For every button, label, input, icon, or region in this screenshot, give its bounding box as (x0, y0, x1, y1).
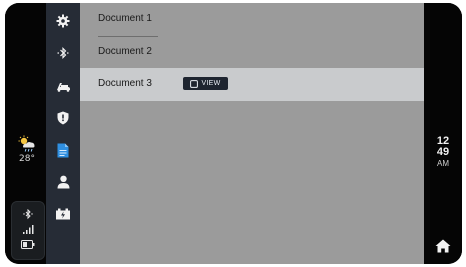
shield-icon (57, 111, 69, 125)
nav-item-profile[interactable] (46, 167, 80, 197)
document-label: Document 1 (98, 13, 152, 24)
view-button-label: VIEW (201, 80, 221, 87)
battery-status (12, 240, 44, 249)
nav-item-security[interactable] (46, 103, 80, 133)
document-icon (57, 143, 69, 157)
clock-minute: 49 (436, 146, 450, 158)
document-label: Document 2 (98, 46, 152, 57)
left-status-bar: 28° (5, 3, 46, 264)
nav-item-bluetooth[interactable] (46, 38, 80, 68)
document-row-2[interactable]: Document 2 (80, 36, 424, 69)
device-screen: 28° Document 1 Document 2 Document 3 VIE… (5, 3, 462, 264)
nav-item-settings[interactable] (46, 6, 80, 36)
bluetooth-icon (57, 47, 69, 59)
view-document-button[interactable]: VIEW (183, 77, 228, 90)
nav-item-documents[interactable] (46, 135, 80, 165)
user-icon (57, 175, 69, 189)
bluetooth-icon (23, 209, 33, 220)
right-status-bar: 12 49 AM (424, 3, 462, 264)
gear-icon (56, 14, 70, 28)
battery-charging-icon (56, 208, 70, 220)
clock: 12 49 AM (424, 136, 462, 169)
document-label: Document 3 (98, 78, 152, 89)
documents-panel: Document 1 Document 2 Document 3 VIEW (80, 3, 424, 264)
nav-item-battery[interactable] (46, 199, 80, 229)
bluetooth-status (12, 209, 44, 221)
weather-widget: 28° (13, 135, 41, 164)
temperature-label: 28° (19, 154, 35, 164)
scooter-icon (57, 83, 70, 92)
signal-status (12, 224, 44, 235)
home-icon (435, 239, 451, 253)
settings-nav-rail (46, 3, 80, 264)
document-row-1[interactable]: Document 1 (80, 3, 424, 36)
home-button[interactable] (435, 238, 451, 257)
partly-cloudy-rain-icon (18, 135, 35, 152)
nav-item-vehicle[interactable] (46, 71, 80, 101)
battery-icon (21, 240, 35, 249)
signal-icon (23, 225, 34, 234)
checkbox-icon (190, 79, 199, 88)
connectivity-status-card (11, 201, 45, 260)
document-row-3[interactable]: Document 3 VIEW (80, 68, 424, 101)
clock-ampm: AM (437, 159, 449, 168)
